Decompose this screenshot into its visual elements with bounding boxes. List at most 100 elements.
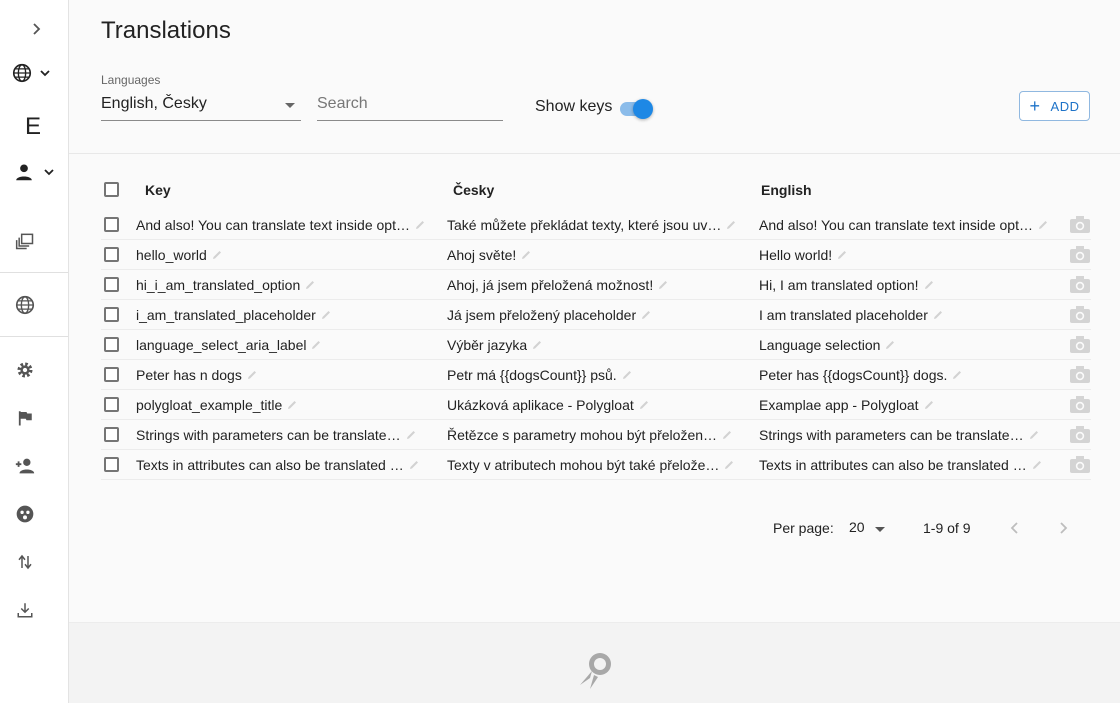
pencil-icon[interactable]	[1037, 219, 1049, 231]
dropdown-caret-icon[interactable]	[875, 527, 885, 532]
row-checkbox[interactable]	[104, 277, 119, 292]
table-row[interactable]: hi_i_am_translated_option Ahoj, já jsem p…	[101, 270, 1091, 300]
camera-icon[interactable]	[1069, 245, 1091, 265]
sidebar-item-import-export[interactable]	[12, 549, 38, 575]
languages-select[interactable]: English, Česky	[101, 90, 301, 121]
cell-key[interactable]: Peter has n dogs	[136, 360, 441, 390]
table-row[interactable]: hello_world Ahoj světe! Hello world!	[101, 240, 1091, 270]
table-row[interactable]: language_select_aria_label Výběr jazyka La…	[101, 330, 1091, 360]
sidebar-item-permissions[interactable]	[12, 453, 38, 479]
row-checkbox[interactable]	[104, 367, 119, 382]
cell-en[interactable]: Hello world!	[759, 240, 1059, 270]
cell-key[interactable]: polygloat_example_title	[136, 390, 441, 420]
sidebar-item-settings[interactable]	[12, 357, 38, 383]
sidebar-item-download[interactable]	[12, 597, 38, 623]
expand-sidebar-button[interactable]	[24, 17, 48, 41]
previous-page-button[interactable]	[1005, 518, 1025, 538]
camera-icon[interactable]	[1069, 215, 1091, 235]
pencil-icon[interactable]	[531, 339, 543, 351]
table-row[interactable]: Peter has n dogs Petr má {{dogsCount}} ps…	[101, 360, 1091, 390]
sidebar-item-languages[interactable]	[12, 292, 38, 318]
pencil-icon[interactable]	[721, 429, 733, 441]
next-page-button[interactable]	[1053, 518, 1073, 538]
pencil-icon[interactable]	[408, 459, 420, 471]
pencil-icon[interactable]	[246, 369, 258, 381]
camera-icon[interactable]	[1069, 395, 1091, 415]
sidebar-item-integrations[interactable]	[12, 501, 38, 527]
search-input[interactable]	[317, 90, 503, 113]
cell-en[interactable]: Strings with parameters can be translate…	[759, 420, 1059, 450]
pencil-icon[interactable]	[951, 369, 963, 381]
cell-cs[interactable]: Ukázková aplikace - Polygloat	[447, 390, 752, 420]
pencil-icon[interactable]	[405, 429, 417, 441]
sidebar-item-projects[interactable]	[12, 228, 38, 254]
pencil-icon[interactable]	[640, 309, 652, 321]
pencil-icon[interactable]	[414, 219, 426, 231]
cell-key[interactable]: i_am_translated_placeholder	[136, 300, 441, 330]
cell-cs[interactable]: Také můžete překládat texty, které jsou …	[447, 210, 752, 240]
per-page-select[interactable]: 20	[849, 519, 865, 535]
add-button[interactable]: + ADD	[1019, 91, 1090, 121]
pencil-icon[interactable]	[520, 249, 532, 261]
camera-icon[interactable]	[1069, 305, 1091, 325]
cell-en[interactable]: Language selection	[759, 330, 1059, 360]
cell-cs[interactable]: Já jsem přeložený placeholder	[447, 300, 752, 330]
camera-icon[interactable]	[1069, 335, 1091, 355]
cell-en[interactable]: Peter has {{dogsCount}} dogs.	[759, 360, 1059, 390]
pencil-icon[interactable]	[304, 279, 316, 291]
pencil-icon[interactable]	[621, 369, 633, 381]
user-menu-button[interactable]	[8, 158, 60, 186]
select-all-checkbox[interactable]	[104, 182, 119, 197]
show-keys-toggle[interactable]	[620, 99, 653, 119]
cell-key[interactable]: hello_world	[136, 240, 441, 270]
cell-cs[interactable]: Texty v atributech mohou být také přelož…	[447, 450, 752, 480]
pencil-icon[interactable]	[836, 249, 848, 261]
row-checkbox[interactable]	[104, 427, 119, 442]
language-menu-button[interactable]	[6, 60, 56, 86]
cell-key[interactable]: language_select_aria_label	[136, 330, 441, 360]
cell-en[interactable]: Texts in attributes can also be translat…	[759, 450, 1059, 480]
cell-en[interactable]: I am translated placeholder	[759, 300, 1059, 330]
cell-en[interactable]: Examplae app - Polygloat	[759, 390, 1059, 420]
pencil-icon[interactable]	[310, 339, 322, 351]
pencil-icon[interactable]	[923, 399, 935, 411]
table-row[interactable]: And also! You can translate text inside …	[101, 210, 1091, 240]
row-checkbox[interactable]	[104, 307, 119, 322]
search-field[interactable]	[317, 90, 503, 121]
pencil-icon[interactable]	[286, 399, 298, 411]
pencil-icon[interactable]	[1028, 429, 1040, 441]
pencil-icon[interactable]	[657, 279, 669, 291]
cell-en[interactable]: Hi, I am translated option!	[759, 270, 1059, 300]
cell-key[interactable]: And also! You can translate text inside …	[136, 210, 441, 240]
project-avatar[interactable]: E	[16, 112, 50, 142]
cell-cs[interactable]: Výběr jazyka	[447, 330, 752, 360]
pencil-icon[interactable]	[638, 399, 650, 411]
table-row[interactable]: i_am_translated_placeholder Já jsem přelo…	[101, 300, 1091, 330]
cell-cs[interactable]: Řetězce s parametry mohou být přeložen…	[447, 420, 752, 450]
cell-key[interactable]: hi_i_am_translated_option	[136, 270, 441, 300]
cell-cs[interactable]: Ahoj světe!	[447, 240, 752, 270]
pencil-icon[interactable]	[1031, 459, 1043, 471]
cell-cs[interactable]: Ahoj, já jsem přeložená možnost!	[447, 270, 752, 300]
pencil-icon[interactable]	[320, 309, 332, 321]
camera-icon[interactable]	[1069, 455, 1091, 475]
table-row[interactable]: Strings with parameters can be translate…	[101, 420, 1091, 450]
row-checkbox[interactable]	[104, 457, 119, 472]
cell-cs[interactable]: Petr má {{dogsCount}} psů.	[447, 360, 752, 390]
pencil-icon[interactable]	[211, 249, 223, 261]
camera-icon[interactable]	[1069, 425, 1091, 445]
cell-en[interactable]: And also! You can translate text inside …	[759, 210, 1059, 240]
row-checkbox[interactable]	[104, 397, 119, 412]
cell-key[interactable]: Strings with parameters can be translate…	[136, 420, 441, 450]
pencil-icon[interactable]	[884, 339, 896, 351]
camera-icon[interactable]	[1069, 275, 1091, 295]
cell-key[interactable]: Texts in attributes can also be translat…	[136, 450, 441, 480]
pencil-icon[interactable]	[923, 279, 935, 291]
camera-icon[interactable]	[1069, 365, 1091, 385]
table-row[interactable]: Texts in attributes can also be translat…	[101, 450, 1091, 480]
sidebar-item-flags[interactable]	[12, 405, 38, 431]
pencil-icon[interactable]	[725, 219, 737, 231]
row-checkbox[interactable]	[104, 337, 119, 352]
pencil-icon[interactable]	[723, 459, 735, 471]
row-checkbox[interactable]	[104, 217, 119, 232]
